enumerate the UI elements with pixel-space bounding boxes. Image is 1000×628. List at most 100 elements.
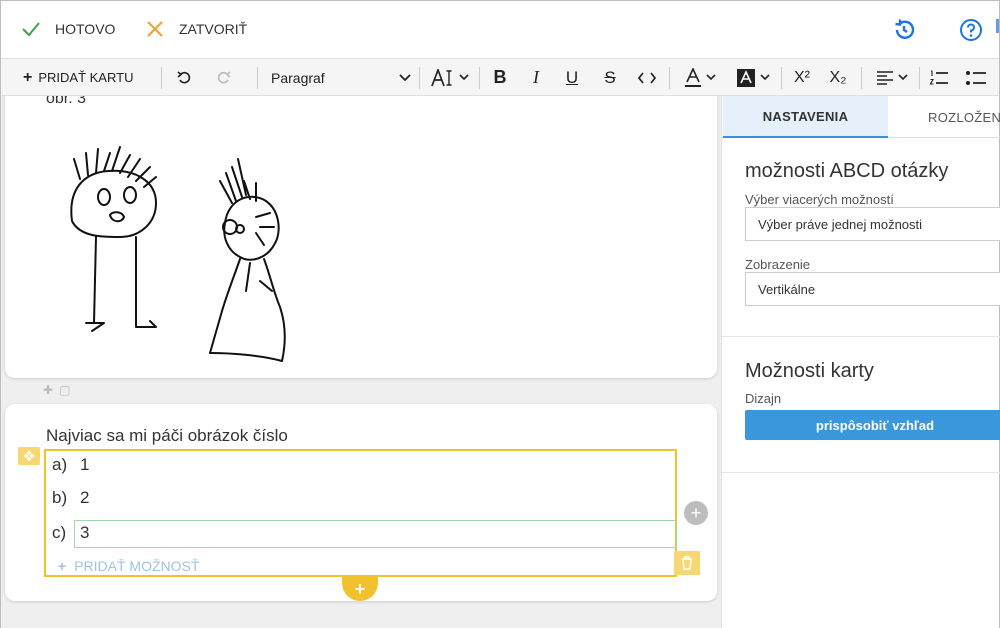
option-b[interactable]: b) 2 <box>52 488 89 508</box>
question-text[interactable]: Najviac sa mi páči obrázok číslo <box>46 426 288 446</box>
chevron-down-icon <box>706 74 716 81</box>
font-size-icon <box>431 68 452 86</box>
tab-settings[interactable]: NASTAVENIA <box>723 96 888 138</box>
design-label: Dizajn <box>745 391 782 406</box>
delete-block-button[interactable] <box>674 551 700 575</box>
option-value[interactable]: 1 <box>80 455 89 475</box>
question-card[interactable]: Najviac sa mi páči obrázok číslo a) 1 b)… <box>5 404 717 601</box>
cut-off-icon <box>996 19 999 33</box>
plus-icon: + <box>58 558 67 574</box>
underline-icon: U <box>565 67 579 87</box>
option-label: a) <box>52 455 68 474</box>
section-title-card-options: Možnosti karty <box>745 360 874 382</box>
display-label: Zobrazenie <box>745 257 811 272</box>
subscript-button[interactable]: X₂ <box>825 59 851 96</box>
align-button[interactable] <box>871 59 913 96</box>
paragraph-select[interactable]: Paragraf <box>271 59 411 96</box>
option-value[interactable]: 2 <box>80 488 89 508</box>
chevron-down-icon <box>459 74 469 81</box>
italic-icon: I <box>533 67 539 87</box>
text-color-button[interactable] <box>679 59 721 96</box>
bullet-list-button[interactable] <box>963 59 989 96</box>
history-icon[interactable] <box>892 18 916 42</box>
options-block[interactable]: a) 1 b) 2 c) 3 + PRIDAŤ MOŽNOSŤ <box>44 449 677 577</box>
option-label: b) <box>52 488 68 507</box>
add-between-icon[interactable]: ✚ <box>43 383 53 397</box>
chevron-down-icon <box>898 74 908 81</box>
bullet-list-icon <box>966 70 986 85</box>
panel-tabs: NASTAVENIA ROZLOŽEN <box>722 96 1000 138</box>
display-select[interactable]: Vertikálne <box>745 272 1000 306</box>
multi-choice-select[interactable]: Výber práve jednej možnosti <box>745 207 1000 241</box>
font-size-button[interactable] <box>429 59 471 96</box>
code-button[interactable] <box>635 59 659 96</box>
bold-icon: B <box>493 67 507 87</box>
underline-button[interactable]: U <box>561 59 583 96</box>
add-card-button[interactable]: + PRIDAŤ KARTU <box>23 59 133 96</box>
chevron-down-icon <box>399 73 411 81</box>
done-label: HOTOVO <box>55 21 116 37</box>
add-option-button[interactable]: + PRIDAŤ MOŽNOSŤ <box>58 558 199 574</box>
option-c-input-outline[interactable] <box>74 520 677 548</box>
paragraph-value: Paragraf <box>271 69 325 86</box>
format-toolbar: + PRIDAŤ KARTU Paragraf B I U S X² X₂ <box>1 58 999 96</box>
toolbar-divider <box>257 67 258 89</box>
ordered-list-button[interactable] <box>927 59 951 96</box>
drag-handle-icon[interactable]: ✥ <box>18 447 40 465</box>
option-label: c) <box>52 523 67 542</box>
section-divider <box>722 472 1000 473</box>
tab-layout[interactable]: ROZLOŽEN <box>902 96 1000 138</box>
done-button[interactable]: HOTOVO <box>21 19 115 39</box>
strikethrough-icon: S <box>604 67 616 87</box>
add-option-circle-button[interactable]: + <box>684 501 708 525</box>
redo-icon <box>217 70 231 83</box>
close-icon <box>147 21 163 37</box>
code-icon <box>638 71 656 84</box>
toolbar-divider <box>479 67 480 89</box>
check-icon <box>22 22 40 37</box>
image-card[interactable]: obr. 3 <box>5 96 717 378</box>
align-left-icon <box>877 70 893 85</box>
editor-canvas: obr. 3 ✚ ▢ Najviac sa mi páči obrázok čí… <box>1 96 721 628</box>
superscript-icon: X² <box>794 68 810 86</box>
option-a[interactable]: a) 1 <box>52 455 89 475</box>
toolbar-divider <box>419 67 420 89</box>
text-color-icon <box>685 67 701 87</box>
close-label: ZATVORIŤ <box>179 21 248 37</box>
between-cards-controls: ✚ ▢ <box>43 383 70 397</box>
add-option-label: PRIDAŤ MOŽNOSŤ <box>74 558 200 574</box>
option-value[interactable]: 3 <box>80 523 89 543</box>
toolbar-divider <box>919 67 920 89</box>
redo-button[interactable] <box>213 59 235 96</box>
undo-icon <box>177 70 191 83</box>
card-caption[interactable]: obr. 3 <box>46 96 86 108</box>
toolbar-divider <box>161 67 162 89</box>
child-drawing-image <box>70 146 286 362</box>
chevron-down-icon <box>760 74 770 81</box>
option-c[interactable]: c) 3 <box>52 523 89 543</box>
toolbar-divider <box>861 67 862 89</box>
subscript-icon: X₂ <box>829 68 847 86</box>
add-card-label: PRIDAŤ KARTU <box>38 70 134 85</box>
strikethrough-button[interactable]: S <box>599 59 621 96</box>
settings-panel: NASTAVENIA ROZLOŽEN možnosti ABCD otázky… <box>721 96 1000 628</box>
italic-button[interactable]: I <box>525 59 547 96</box>
ordered-list-icon <box>929 69 948 85</box>
superscript-button[interactable]: X² <box>789 59 815 96</box>
toolbar-divider <box>781 67 782 89</box>
highlight-color-button[interactable] <box>731 59 775 96</box>
multi-choice-label: Výber viacerých možností <box>745 192 894 207</box>
top-bar: HOTOVO ZATVORIŤ <box>1 1 999 58</box>
trash-icon <box>682 556 692 570</box>
highlight-icon <box>737 68 755 87</box>
help-icon[interactable] <box>959 18 983 42</box>
section-divider <box>722 336 1000 337</box>
square-outline-icon[interactable]: ▢ <box>59 383 70 397</box>
toolbar-divider <box>669 67 670 89</box>
undo-button[interactable] <box>173 59 195 96</box>
customize-look-button[interactable]: prispôsobiť vzhľad <box>745 410 1000 440</box>
section-title-abcd: možnosti ABCD otázky <box>745 160 949 182</box>
close-button[interactable]: ZATVORIŤ <box>145 19 247 39</box>
bold-button[interactable]: B <box>489 59 511 96</box>
plus-icon: + <box>23 68 33 86</box>
